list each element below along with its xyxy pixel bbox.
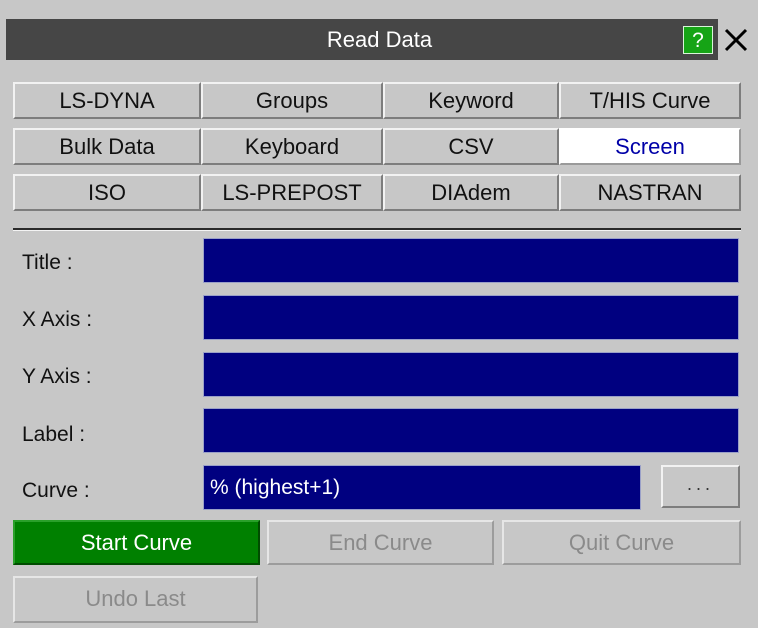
tab-this-curve[interactable]: T/HIS Curve xyxy=(559,82,741,119)
label-label: Label : xyxy=(22,423,86,446)
label-field[interactable] xyxy=(203,408,739,453)
y-axis-field[interactable] xyxy=(203,352,739,397)
tab-groups[interactable]: Groups xyxy=(201,82,383,119)
y-axis-label: Y Axis : xyxy=(22,365,92,388)
tab-screen[interactable]: Screen xyxy=(559,128,741,165)
tab-keyboard[interactable]: Keyboard xyxy=(201,128,383,165)
tab-csv[interactable]: CSV xyxy=(383,128,559,165)
curve-field[interactable]: % (highest+1) xyxy=(203,465,641,510)
tab-iso[interactable]: ISO xyxy=(13,174,201,211)
title-label: Title : xyxy=(22,251,73,274)
curve-browse-button[interactable]: ... xyxy=(661,465,740,508)
tab-bulk-data[interactable]: Bulk Data xyxy=(13,128,201,165)
title-bar[interactable]: Read Data ? xyxy=(6,19,753,60)
start-curve-button[interactable]: Start Curve xyxy=(13,520,260,565)
window-title: Read Data xyxy=(326,27,433,52)
help-button[interactable]: ? xyxy=(683,26,713,54)
curve-label: Curve : xyxy=(22,479,90,502)
x-axis-label: X Axis : xyxy=(22,308,93,331)
undo-last-button[interactable]: Undo Last xyxy=(13,576,258,623)
end-curve-button[interactable]: End Curve xyxy=(267,520,494,565)
tab-ls-prepost[interactable]: LS-PREPOST xyxy=(201,174,383,211)
title-field[interactable] xyxy=(203,238,739,283)
tab-ls-dyna[interactable]: LS-DYNA xyxy=(13,82,201,119)
tab-keyword[interactable]: Keyword xyxy=(383,82,559,119)
close-icon xyxy=(724,28,748,52)
close-button[interactable] xyxy=(718,19,753,60)
x-axis-field[interactable] xyxy=(203,295,739,340)
tab-diadem[interactable]: DIAdem xyxy=(383,174,559,211)
quit-curve-button[interactable]: Quit Curve xyxy=(502,520,741,565)
help-icon: ? xyxy=(692,29,704,52)
tab-nastran[interactable]: NASTRAN xyxy=(559,174,741,211)
read-data-dialog: Read Data ? LS-DYNA Groups Keyword T/HIS… xyxy=(0,0,758,628)
separator xyxy=(13,228,741,231)
